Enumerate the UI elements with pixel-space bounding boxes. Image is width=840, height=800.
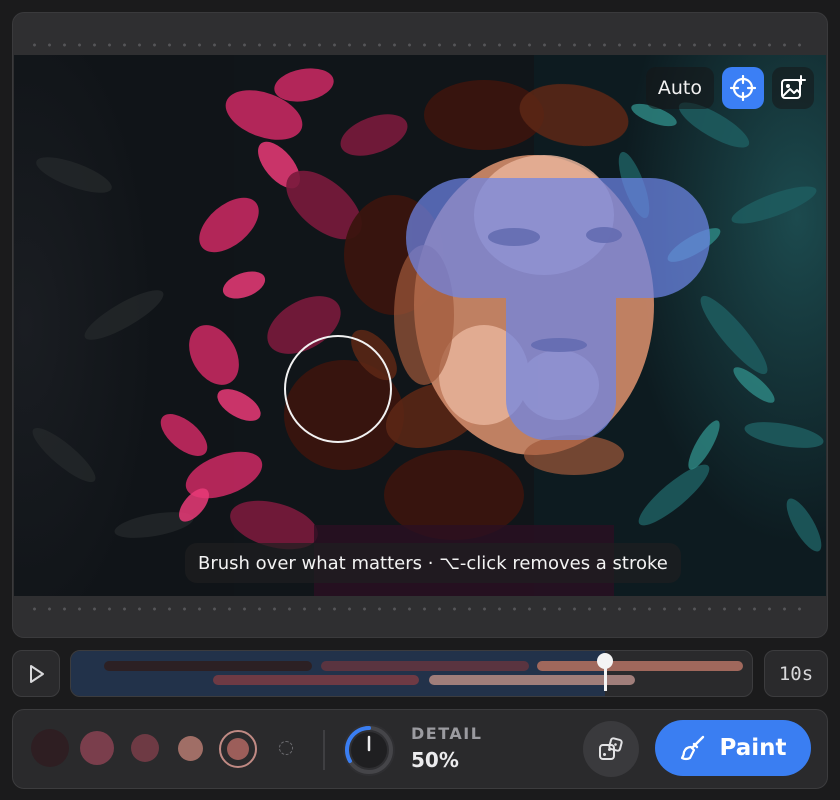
add-image-button[interactable] (772, 67, 814, 109)
auto-button[interactable]: Auto (645, 67, 714, 109)
timeline-played-region (71, 651, 605, 696)
image-plus-icon (781, 75, 806, 99)
film-perforation-bottom (27, 607, 813, 611)
randomize-button[interactable] (583, 721, 639, 777)
paint-button-label: Paint (719, 735, 787, 761)
painting-image (14, 55, 826, 596)
detail-knob[interactable] (341, 722, 397, 778)
film-perforation-top (27, 43, 813, 47)
paintbrush-icon (681, 735, 705, 761)
palette-swatch-4[interactable] (178, 736, 203, 761)
bottom-toolbar: DETAIL 50% Paint (12, 709, 828, 789)
palette-swatch-1[interactable] (31, 729, 69, 767)
play-icon (30, 664, 44, 683)
brush-hint-text: Brush over what matters · ⌥-click remove… (198, 552, 668, 574)
timeline-track-segment (537, 661, 743, 671)
canvas-toolbar: Auto (645, 67, 814, 109)
timeline-track-segment (213, 675, 419, 685)
add-swatch-button[interactable] (279, 741, 293, 755)
detail-label: DETAIL (411, 724, 483, 743)
detail-value: 50% (411, 748, 459, 772)
focus-brush-button[interactable] (722, 67, 764, 109)
crosshair-icon (730, 75, 756, 101)
dice-icon (599, 737, 623, 760)
timeline-track-segment (104, 661, 312, 671)
toolbar-divider (323, 730, 325, 770)
palette-swatch-5-selected[interactable] (219, 730, 257, 768)
brush-hint: Brush over what matters · ⌥-click remove… (185, 543, 681, 583)
timeline-scrubber[interactable] (70, 650, 753, 697)
palette-swatch-2[interactable] (80, 731, 114, 765)
paint-button[interactable]: Paint (655, 720, 811, 776)
auto-label: Auto (657, 77, 702, 99)
duration-button[interactable]: 10s (764, 650, 828, 697)
timeline-track-segment (321, 661, 529, 671)
brush-cursor (284, 335, 392, 443)
duration-label: 10s (778, 662, 814, 685)
painting-canvas[interactable]: Auto Brush over what matters · ⌥-click r… (14, 55, 826, 596)
palette-swatch-3[interactable] (131, 734, 159, 762)
play-button[interactable] (12, 650, 60, 697)
playhead-handle[interactable] (597, 653, 613, 669)
selected-swatch-fill (227, 738, 249, 760)
